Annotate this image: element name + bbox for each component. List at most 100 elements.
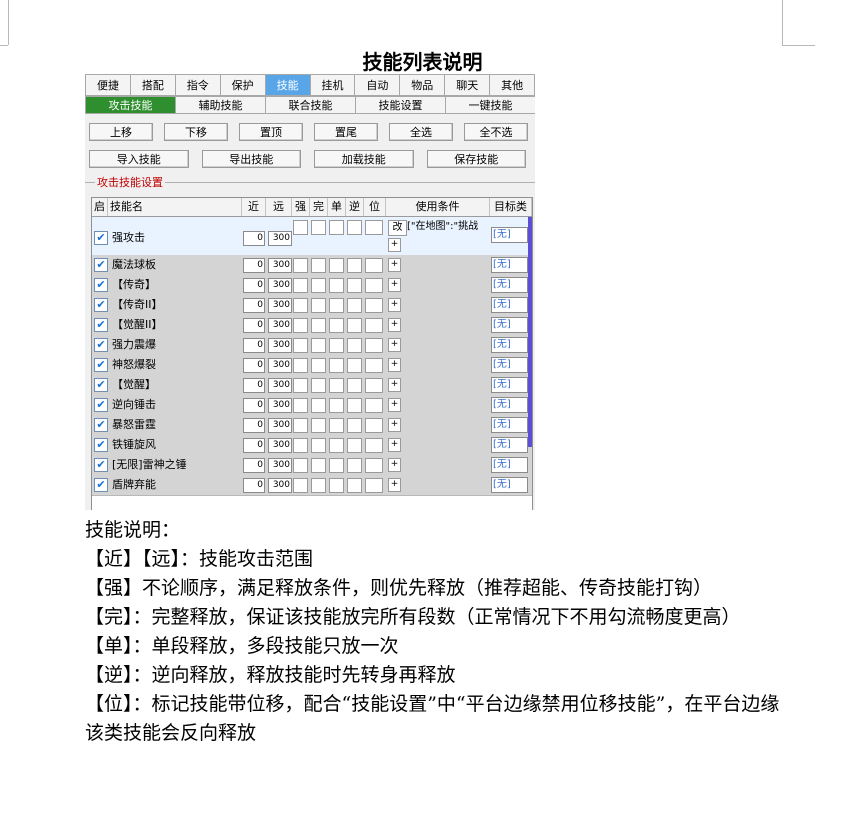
buttons-row1-button-0[interactable]: 上移 bbox=[89, 123, 153, 141]
subtab-1[interactable]: 辅助技能 bbox=[175, 96, 265, 114]
enable-checkbox[interactable]: ✔ bbox=[94, 358, 108, 372]
target-type-field[interactable]: [无] bbox=[491, 257, 528, 273]
reverse-checkbox[interactable] bbox=[347, 338, 362, 353]
single-checkbox[interactable] bbox=[329, 458, 344, 473]
displace-checkbox[interactable] bbox=[365, 418, 383, 433]
column-header[interactable]: 近 bbox=[242, 198, 266, 216]
add-condition-button[interactable]: + bbox=[388, 298, 401, 312]
table-row[interactable]: ✔ 铁锤旋风 0 300 + [无] bbox=[92, 435, 532, 456]
column-header[interactable]: 使用条件 bbox=[386, 198, 490, 216]
tab-3[interactable]: 保护 bbox=[219, 74, 265, 96]
table-row[interactable]: ✔ 强力震爆 0 300 + [无] bbox=[92, 335, 532, 356]
tab-8[interactable]: 聊天 bbox=[444, 74, 490, 96]
column-header[interactable]: 目标类别 bbox=[490, 198, 532, 231]
table-row[interactable]: ✔ [无限]雷神之锤 0 300 + [无] bbox=[92, 455, 532, 476]
subtab-3[interactable]: 技能设置 bbox=[355, 96, 445, 114]
subtab-4[interactable]: 一键技能 bbox=[445, 96, 535, 114]
displace-checkbox[interactable] bbox=[365, 438, 383, 453]
tab-9[interactable]: 其他 bbox=[489, 74, 535, 96]
near-range-input[interactable]: 0 bbox=[243, 398, 265, 413]
table-row[interactable]: ✔ 【传奇II】 0 300 + [无] bbox=[92, 295, 532, 316]
far-range-input[interactable]: 300 bbox=[268, 278, 292, 293]
add-condition-button[interactable]: + bbox=[388, 238, 401, 252]
strong-checkbox[interactable] bbox=[293, 458, 308, 473]
add-condition-button[interactable]: + bbox=[388, 378, 401, 392]
enable-checkbox[interactable]: ✔ bbox=[94, 398, 108, 412]
complete-checkbox[interactable] bbox=[311, 398, 326, 413]
target-type-field[interactable]: [无] bbox=[491, 357, 528, 373]
strong-checkbox[interactable] bbox=[293, 358, 308, 373]
add-condition-button[interactable]: + bbox=[388, 478, 401, 492]
displace-checkbox[interactable] bbox=[365, 298, 383, 313]
near-range-input[interactable]: 0 bbox=[243, 378, 265, 393]
complete-checkbox[interactable] bbox=[311, 338, 326, 353]
displace-checkbox[interactable] bbox=[365, 458, 383, 473]
add-condition-button[interactable]: + bbox=[388, 438, 401, 452]
displace-checkbox[interactable] bbox=[365, 338, 383, 353]
tab-2[interactable]: 指令 bbox=[174, 74, 220, 96]
far-range-input[interactable]: 300 bbox=[268, 358, 292, 373]
reverse-checkbox[interactable] bbox=[347, 418, 362, 433]
far-range-input[interactable]: 300 bbox=[268, 298, 292, 313]
reverse-checkbox[interactable] bbox=[347, 378, 362, 393]
reverse-checkbox[interactable] bbox=[347, 258, 362, 273]
reverse-checkbox[interactable] bbox=[347, 318, 362, 333]
buttons-row1-button-5[interactable]: 全不选 bbox=[464, 123, 528, 141]
complete-checkbox[interactable] bbox=[311, 378, 326, 393]
displace-checkbox[interactable] bbox=[365, 278, 383, 293]
reverse-checkbox[interactable] bbox=[347, 220, 362, 235]
reverse-checkbox[interactable] bbox=[347, 278, 362, 293]
buttons-row2-button-1[interactable]: 导出技能 bbox=[201, 150, 301, 168]
reverse-checkbox[interactable] bbox=[347, 298, 362, 313]
edit-condition-button[interactable]: 改 bbox=[388, 220, 407, 236]
target-type-field[interactable]: [无] bbox=[491, 317, 528, 333]
single-checkbox[interactable] bbox=[329, 478, 344, 493]
reverse-checkbox[interactable] bbox=[347, 438, 362, 453]
strong-checkbox[interactable] bbox=[293, 278, 308, 293]
table-row[interactable]: ✔ 暴怒雷霆 0 300 + [无] bbox=[92, 415, 532, 436]
add-condition-button[interactable]: + bbox=[388, 458, 401, 472]
subtab-2[interactable]: 联合技能 bbox=[265, 96, 355, 114]
complete-checkbox[interactable] bbox=[311, 298, 326, 313]
single-checkbox[interactable] bbox=[329, 220, 344, 235]
enable-checkbox[interactable]: ✔ bbox=[94, 438, 108, 452]
near-range-input[interactable]: 0 bbox=[243, 478, 265, 493]
add-condition-button[interactable]: + bbox=[388, 418, 401, 432]
column-header[interactable]: 位 bbox=[364, 198, 386, 216]
near-range-input[interactable]: 0 bbox=[243, 258, 265, 273]
table-row[interactable]: ✔ 逆向锤击 0 300 + [无] bbox=[92, 395, 532, 416]
target-type-field[interactable]: [无] bbox=[491, 297, 528, 313]
complete-checkbox[interactable] bbox=[311, 278, 326, 293]
reverse-checkbox[interactable] bbox=[347, 458, 362, 473]
near-range-input[interactable]: 0 bbox=[243, 418, 265, 433]
strong-checkbox[interactable] bbox=[293, 378, 308, 393]
target-type-field[interactable]: [无] bbox=[491, 457, 528, 473]
column-header[interactable]: 技能名 bbox=[108, 198, 242, 216]
complete-checkbox[interactable] bbox=[311, 418, 326, 433]
single-checkbox[interactable] bbox=[329, 318, 344, 333]
far-range-input[interactable]: 300 bbox=[268, 338, 292, 353]
strong-checkbox[interactable] bbox=[293, 318, 308, 333]
reverse-checkbox[interactable] bbox=[347, 398, 362, 413]
near-range-input[interactable]: 0 bbox=[243, 438, 265, 453]
near-range-input[interactable]: 0 bbox=[243, 318, 265, 333]
near-range-input[interactable]: 0 bbox=[243, 338, 265, 353]
displace-checkbox[interactable] bbox=[365, 378, 383, 393]
enable-checkbox[interactable]: ✔ bbox=[94, 478, 108, 492]
near-range-input[interactable]: 0 bbox=[243, 278, 265, 293]
single-checkbox[interactable] bbox=[329, 438, 344, 453]
add-condition-button[interactable]: + bbox=[388, 338, 401, 352]
enable-checkbox[interactable]: ✔ bbox=[94, 458, 108, 472]
complete-checkbox[interactable] bbox=[311, 258, 326, 273]
displace-checkbox[interactable] bbox=[365, 258, 383, 273]
single-checkbox[interactable] bbox=[329, 278, 344, 293]
far-range-input[interactable]: 300 bbox=[268, 231, 292, 246]
column-header[interactable]: 完 bbox=[310, 198, 328, 216]
buttons-row2-button-0[interactable]: 导入技能 bbox=[89, 150, 189, 168]
complete-checkbox[interactable] bbox=[311, 318, 326, 333]
tab-5[interactable]: 挂机 bbox=[309, 74, 355, 96]
strong-checkbox[interactable] bbox=[293, 478, 308, 493]
complete-checkbox[interactable] bbox=[311, 478, 326, 493]
far-range-input[interactable]: 300 bbox=[268, 258, 292, 273]
strong-checkbox[interactable] bbox=[293, 438, 308, 453]
